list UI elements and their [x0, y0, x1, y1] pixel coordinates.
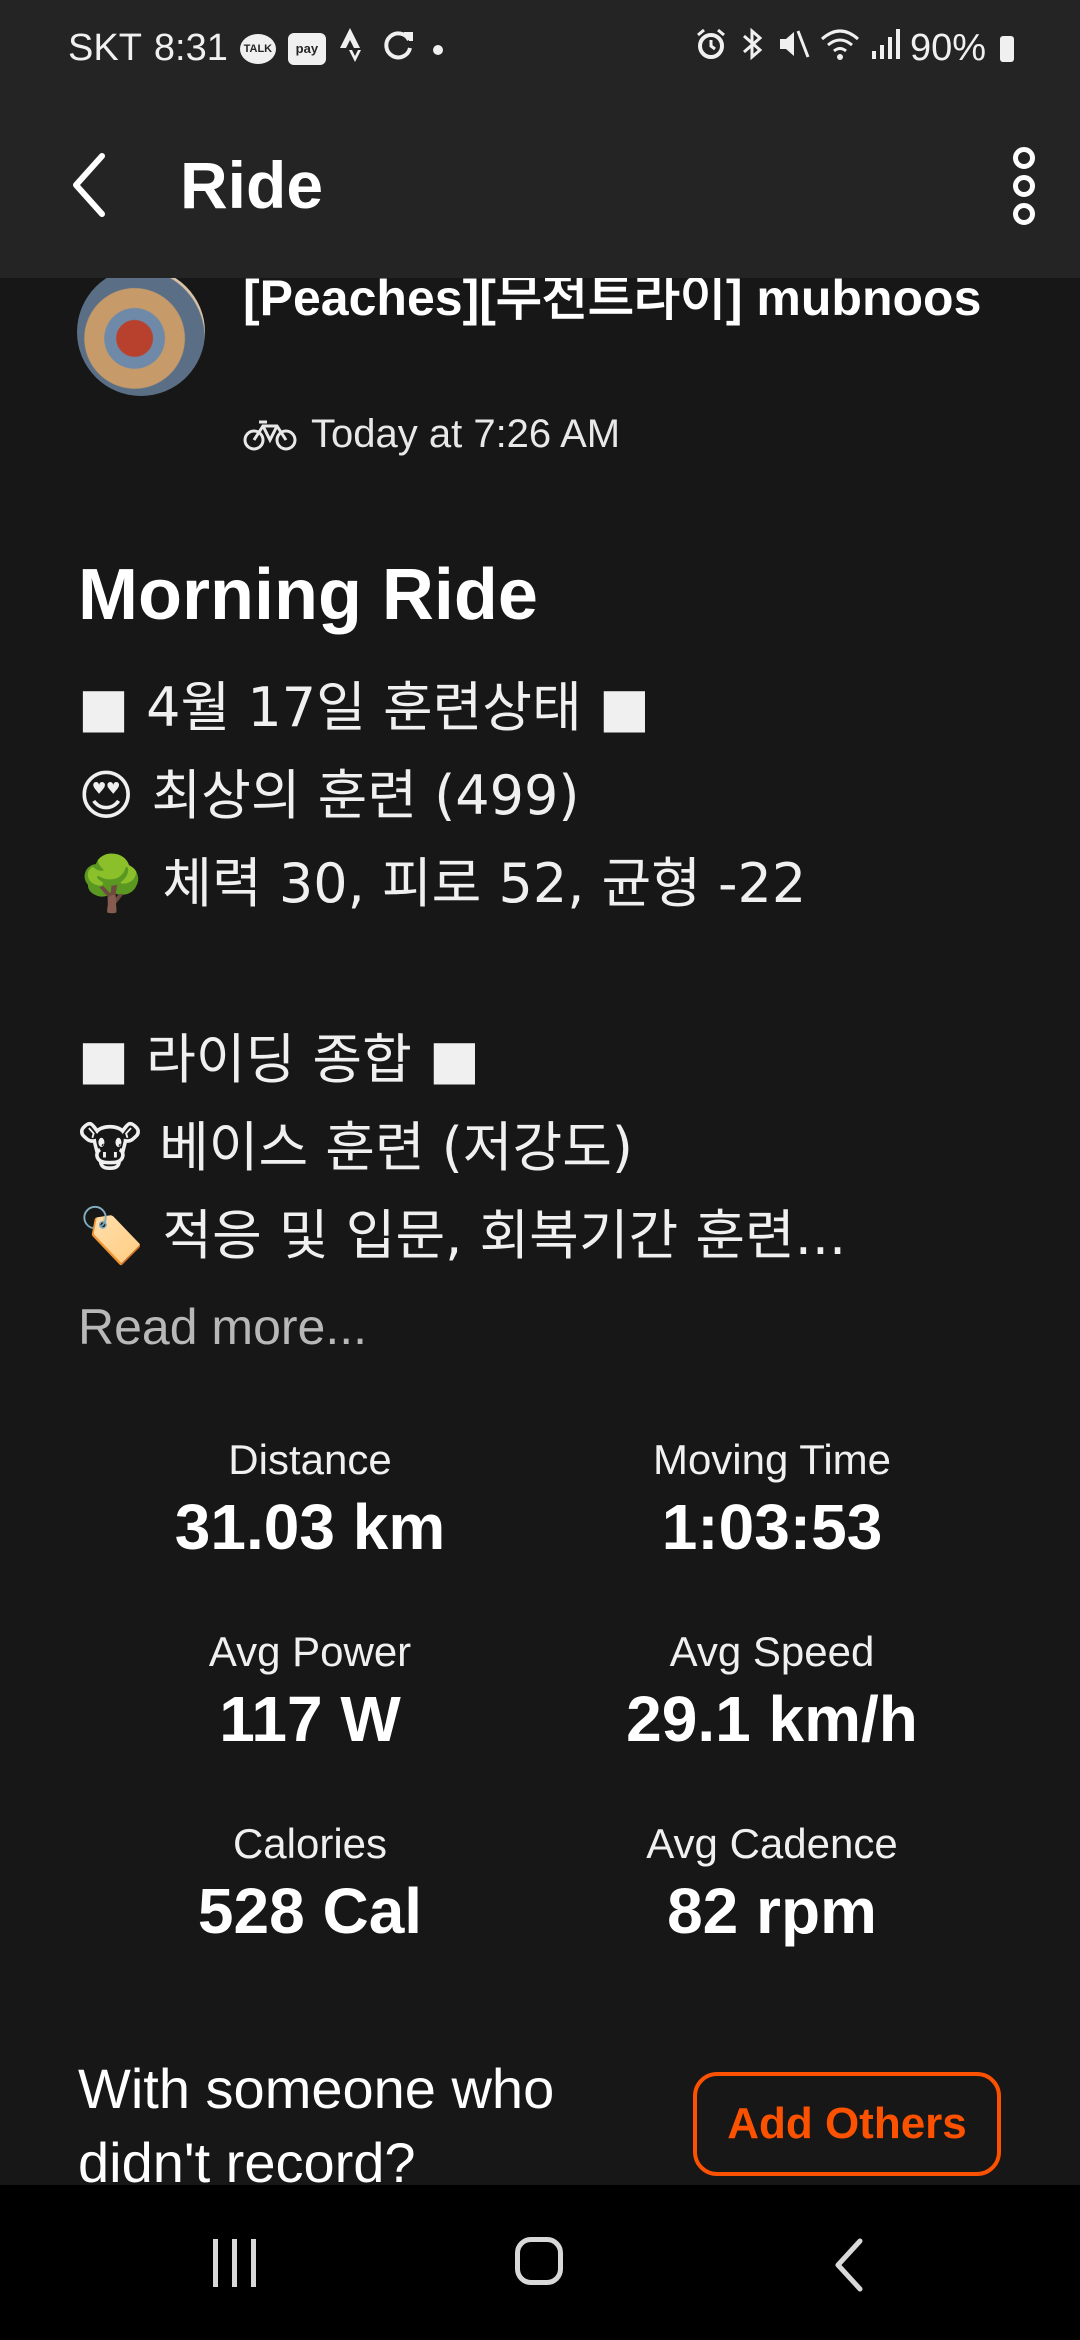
home-button[interactable] [515, 2237, 563, 2285]
stat-calories: Calories 528 Cal [50, 1818, 570, 1952]
status-bar: SKT 8:31 TALK pay 90% [0, 0, 1080, 96]
battery-percent: 90% [909, 27, 986, 69]
battery-icon [1000, 35, 1014, 62]
more-dot-icon [1013, 203, 1035, 225]
more-options-button[interactable] [994, 136, 1054, 236]
activity-description: ■ 4월 17일 훈련상태 ■ 😍 최상의 훈련 (499) 🌳 체력 30, … [78, 676, 847, 1267]
add-others-button[interactable]: Add Others [693, 2072, 1001, 2176]
wifi-icon [820, 27, 860, 70]
with-others-prompt: With someone who didn't record? [78, 2057, 555, 2185]
stat-value: 117 W [219, 1683, 401, 1755]
stat-value: 31.03 km [174, 1491, 446, 1563]
recents-bar-icon [251, 2239, 256, 2287]
stat-moving-time: Moving Time 1:03:53 [512, 1434, 1032, 1568]
more-dot-icon [1013, 175, 1035, 197]
back-arrow-icon [73, 153, 105, 217]
nav-back-button[interactable] [820, 2235, 880, 2295]
status-right: 90% [694, 26, 1014, 71]
stat-label: Avg Cadence [646, 1820, 898, 1867]
activity-title: Morning Ride [78, 555, 538, 635]
signal-icon [870, 27, 900, 70]
activity-date: Today at 7:26 AM [311, 412, 621, 456]
carrier-label: SKT [68, 27, 142, 69]
read-more-link[interactable]: Read more... [78, 1298, 367, 1356]
talk-icon: TALK [239, 33, 276, 64]
bluetooth-icon [738, 26, 766, 71]
pay-icon: pay [287, 32, 326, 65]
stat-label: Distance [228, 1436, 392, 1483]
stat-label: Avg Power [208, 1628, 412, 1675]
stat-avg-speed: Avg Speed 29.1 km/h [512, 1626, 1032, 1760]
system-nav-bar [0, 2185, 1080, 2340]
bike-icon [243, 420, 297, 450]
recents-bar-icon [213, 2239, 218, 2287]
stat-avg-cadence: Avg Cadence 82 rpm [512, 1818, 1032, 1952]
activity-content: [Peaches][무전트라이] mubnoos Today at 7:26 A… [0, 278, 1080, 2185]
page-title: Ride [180, 148, 324, 222]
stat-label: Calories [232, 1820, 388, 1867]
alarm-icon [694, 27, 728, 70]
stat-distance: Distance 31.03 km [50, 1434, 570, 1568]
clock: 8:31 [153, 27, 228, 69]
status-left: SKT 8:31 TALK pay [68, 26, 448, 71]
athlete-name[interactable]: [Peaches][무전트라이] mubnoos [243, 278, 1043, 334]
stat-value: 29.1 km/h [626, 1683, 918, 1755]
notification-dot-icon [428, 29, 448, 69]
stat-value: 1:03:53 [661, 1491, 883, 1563]
stat-label: Moving Time [652, 1436, 892, 1483]
recents-bar-icon [232, 2239, 237, 2287]
stat-label: Avg Speed [669, 1628, 875, 1675]
recents-button[interactable] [213, 2239, 256, 2287]
mute-icon [776, 27, 810, 70]
app-bar: Ride [0, 96, 1080, 278]
athlete-avatar[interactable] [77, 278, 205, 396]
strava-icon [338, 26, 368, 71]
more-dot-icon [1013, 147, 1035, 169]
activity-date-row: Today at 7:26 AM [243, 412, 620, 457]
back-button[interactable] [58, 142, 118, 228]
stat-avg-power: Avg Power 117 W [50, 1626, 570, 1760]
sync-icon [380, 26, 416, 71]
stat-value: 528 Cal [197, 1875, 423, 1947]
stat-value: 82 rpm [667, 1875, 877, 1947]
nav-back-icon [835, 2238, 863, 2292]
